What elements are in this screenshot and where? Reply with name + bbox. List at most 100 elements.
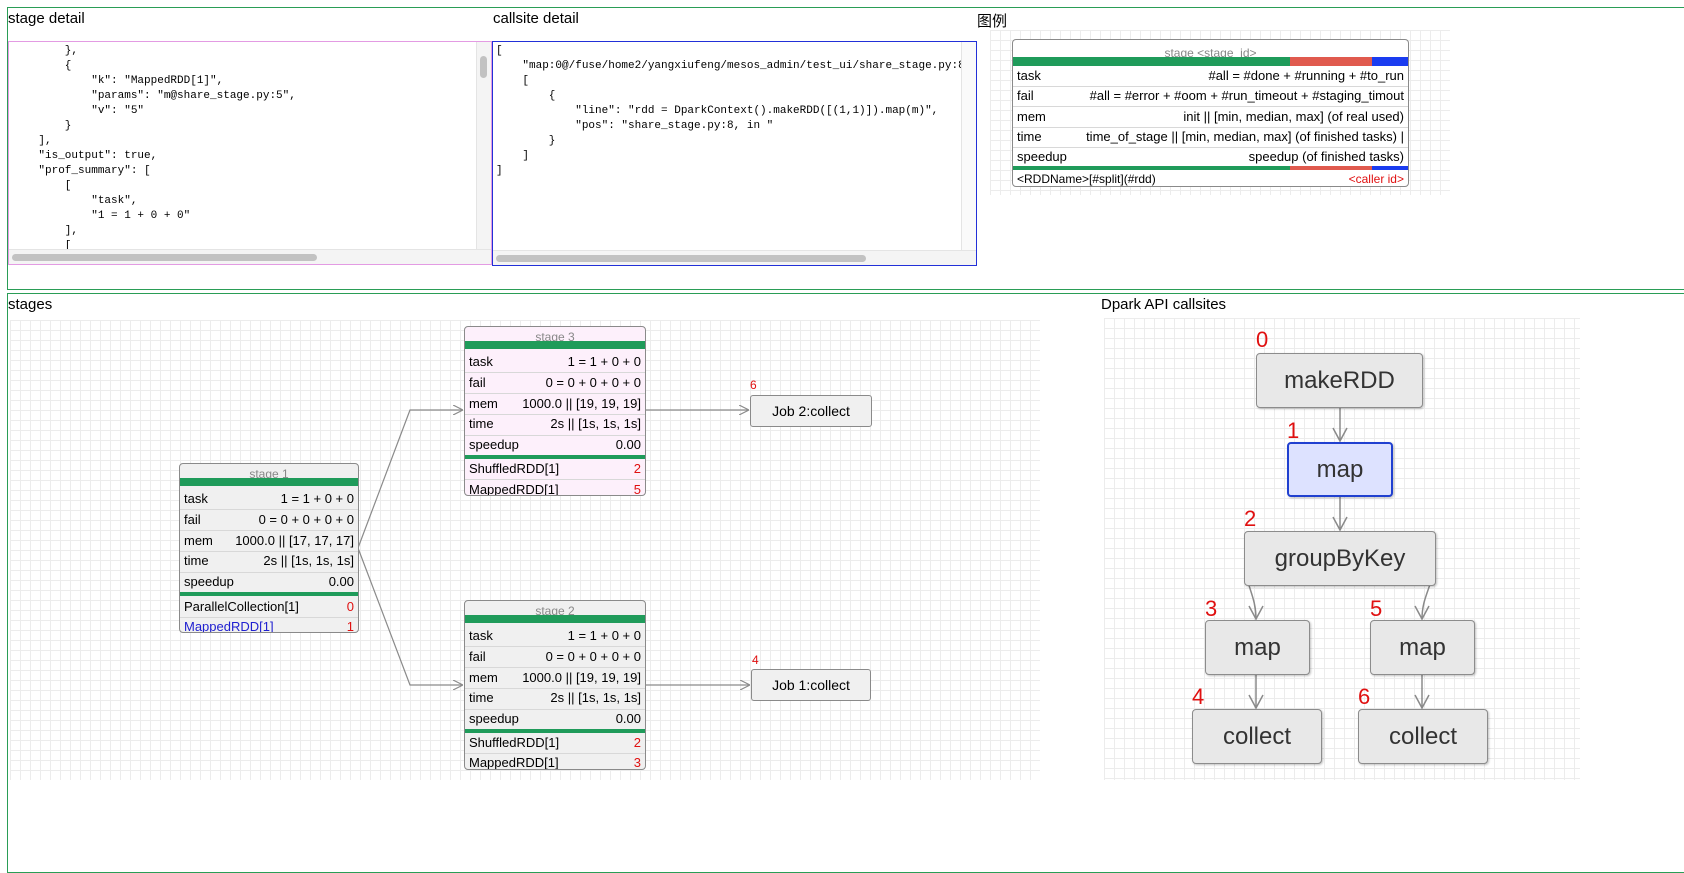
stage-value: 1000.0 || [19, 19, 19] bbox=[522, 670, 641, 685]
rdd-row[interactable]: MappedRDD[1] 5 bbox=[465, 480, 645, 496]
job-2-collect[interactable]: Job 2:collect bbox=[750, 395, 872, 427]
stage-row-task: task 1 = 1 + 0 + 0 bbox=[465, 625, 645, 646]
stage-box-3[interactable]: stage 3 task 1 = 1 + 0 + 0 fail 0 = 0 + 0 … bbox=[464, 326, 646, 496]
legend-rdd-row: <RDDName>[#split](#rdd) <caller id> bbox=[1013, 170, 1408, 186]
rdd-caller-id: 3 bbox=[633, 755, 641, 770]
rdd-caller-id: 2 bbox=[633, 735, 641, 750]
legend-value: #all = #done + #running + #to_run bbox=[1208, 68, 1404, 83]
stage-value: 0.00 bbox=[615, 437, 641, 452]
stage-value: 2s || [1s, 1s, 1s] bbox=[550, 690, 641, 705]
stage-key: speedup bbox=[184, 574, 234, 589]
legend-key: time bbox=[1017, 129, 1042, 144]
stage-row-fail: fail 0 = 0 + 0 + 0 + 0 bbox=[180, 509, 358, 530]
stage-row-fail: fail 0 = 0 + 0 + 0 + 0 bbox=[465, 646, 645, 667]
legend-row-time: time time_of_stage || [min, median, max] … bbox=[1013, 126, 1408, 147]
legend-title: 图例 bbox=[977, 13, 1008, 30]
stage-box-1[interactable]: stage 1 task 1 = 1 + 0 + 0 fail 0 = 0 + 0 … bbox=[179, 463, 359, 633]
api-node-map-5[interactable]: map bbox=[1370, 620, 1475, 675]
stage-key: task bbox=[469, 628, 493, 643]
stage-value: 0 = 0 + 0 + 0 + 0 bbox=[258, 512, 354, 527]
stage-detail-code[interactable]: }, { "k": "MappedRDD[1]", "params": "m@s… bbox=[8, 41, 492, 265]
stage-detail-vthumb[interactable] bbox=[480, 56, 487, 78]
rdd-row[interactable]: ParallelCollection[1] 0 bbox=[180, 597, 358, 617]
stage-row-mem: mem 1000.0 || [17, 17, 17] bbox=[180, 530, 358, 551]
stage-row-task: task 1 = 1 + 0 + 0 bbox=[180, 488, 358, 509]
stage-key: speedup bbox=[469, 437, 519, 452]
rdd-row[interactable]: MappedRDD[1] 3 bbox=[465, 753, 645, 770]
stage-detail-hscroll[interactable] bbox=[9, 249, 491, 264]
rdd-caller-id: 2 bbox=[633, 461, 641, 476]
callsite-detail-hthumb[interactable] bbox=[496, 255, 866, 262]
legend-stage-box: stage <stage_id> task #all = #done + #run… bbox=[1012, 39, 1409, 187]
stage-row-time: time 2s || [1s, 1s, 1s] bbox=[465, 413, 645, 434]
stage-box-2[interactable]: stage 2 task 1 = 1 + 0 + 0 fail 0 = 0 + 0 … bbox=[464, 600, 646, 770]
legend-key: mem bbox=[1017, 109, 1046, 124]
stage-progress-bar-bottom bbox=[180, 592, 358, 596]
stage-key: time bbox=[469, 690, 494, 705]
stage-row-time: time 2s || [1s, 1s, 1s] bbox=[180, 550, 358, 571]
api-node-makeRDD[interactable]: makeRDD bbox=[1256, 353, 1423, 408]
api-id-1: 1 bbox=[1287, 418, 1300, 443]
stage-key: fail bbox=[184, 512, 201, 527]
callsite-detail-json: [ "map:0@/fuse/home2/yangxiufeng/mesos_a… bbox=[496, 45, 977, 177]
stage-value: 1 = 1 + 0 + 0 bbox=[567, 354, 641, 369]
api-node-map-3[interactable]: map bbox=[1205, 620, 1310, 675]
callsite-detail-vscroll[interactable] bbox=[961, 42, 976, 252]
stage-value: 1000.0 || [17, 17, 17] bbox=[235, 533, 354, 548]
rdd-caller-id: 0 bbox=[346, 599, 354, 614]
legend-key: task bbox=[1017, 68, 1041, 83]
rdd-name: MappedRDD[1] bbox=[469, 482, 559, 496]
legend-row-speedup: speedup speedup (of finished tasks) bbox=[1013, 146, 1408, 167]
stage-value: 0.00 bbox=[328, 574, 354, 589]
legend-caller-label: <caller id> bbox=[1348, 172, 1404, 186]
job-1-collect[interactable]: Job 1:collect bbox=[751, 669, 871, 701]
stage-key: task bbox=[184, 491, 208, 506]
api-node-map-1[interactable]: map bbox=[1287, 442, 1393, 497]
rdd-name: ShuffledRDD[1] bbox=[469, 735, 560, 750]
stage-key: speedup bbox=[469, 711, 519, 726]
stage-key: mem bbox=[469, 670, 498, 685]
legend-row-mem: mem init || [min, median, max] (of real u… bbox=[1013, 106, 1408, 127]
job1-caller-id: 4 bbox=[752, 653, 759, 667]
stage-value: 2s || [1s, 1s, 1s] bbox=[263, 553, 354, 568]
stage-title: stage 1 bbox=[249, 467, 289, 478]
stage-key: task bbox=[469, 354, 493, 369]
legend-value: speedup (of finished tasks) bbox=[1248, 149, 1404, 164]
api-id-2: 2 bbox=[1244, 506, 1257, 531]
stage-detail-hthumb[interactable] bbox=[12, 254, 317, 261]
api-callsites-title: Dpark API callsites bbox=[1101, 296, 1227, 313]
stage-value: 0.00 bbox=[615, 711, 641, 726]
legend-rdd-label: <RDDName>[#split](#rdd) bbox=[1017, 172, 1156, 186]
stage-key: time bbox=[184, 553, 209, 568]
callsite-detail-hscroll[interactable] bbox=[493, 250, 976, 265]
api-node-collect-4[interactable]: collect bbox=[1192, 709, 1322, 764]
legend-stage-title: stage <stage_id> bbox=[1164, 46, 1257, 57]
api-node-groupByKey[interactable]: groupByKey bbox=[1244, 531, 1436, 586]
callsite-detail-code[interactable]: [ "map:0@/fuse/home2/yangxiufeng/mesos_a… bbox=[492, 41, 977, 266]
rdd-row[interactable]: ShuffledRDD[1] 2 bbox=[465, 733, 645, 753]
stage-row-speedup: speedup 0.00 bbox=[465, 708, 645, 729]
stage-progress-bar bbox=[465, 341, 645, 349]
stage-progress-bar bbox=[465, 615, 645, 623]
stage-value: 1 = 1 + 0 + 0 bbox=[567, 628, 641, 643]
rdd-caller-id: 5 bbox=[633, 482, 641, 496]
callsite-detail-title: callsite detail bbox=[493, 10, 579, 27]
api-node-collect-6[interactable]: collect bbox=[1358, 709, 1488, 764]
stage-value: 2s || [1s, 1s, 1s] bbox=[550, 416, 641, 431]
api-id-4: 4 bbox=[1192, 684, 1205, 709]
rdd-name[interactable]: MappedRDD[1] bbox=[184, 617, 274, 632]
legend-row-task: task #all = #done + #running + #to_run bbox=[1013, 65, 1408, 86]
api-id-0: 0 bbox=[1256, 327, 1269, 352]
stage-key: mem bbox=[184, 533, 213, 548]
stage-detail-vscroll[interactable] bbox=[476, 42, 491, 252]
stage-detail-title: stage detail bbox=[8, 10, 85, 27]
stage-value: 0 = 0 + 0 + 0 + 0 bbox=[545, 375, 641, 390]
stage-key: mem bbox=[469, 396, 498, 411]
rdd-row-selected[interactable]: MappedRDD[1] 1 bbox=[180, 617, 358, 633]
rdd-caller-id: 1 bbox=[346, 619, 354, 633]
stage-key: fail bbox=[469, 649, 486, 664]
stages-title: stages bbox=[8, 296, 53, 313]
stage-progress-bar bbox=[180, 478, 358, 486]
rdd-row[interactable]: ShuffledRDD[1] 2 bbox=[465, 459, 645, 479]
stage-row-task: task 1 = 1 + 0 + 0 bbox=[465, 351, 645, 372]
